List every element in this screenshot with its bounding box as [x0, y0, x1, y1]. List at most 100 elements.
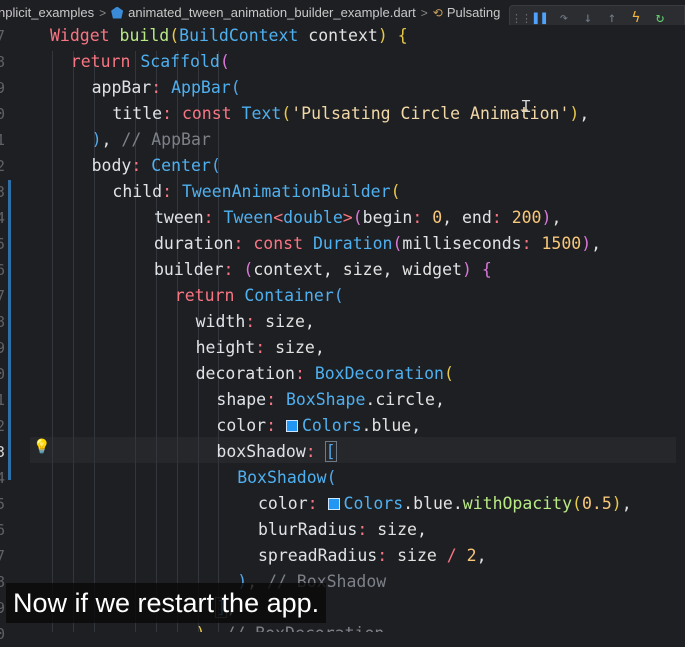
code-token: )	[569, 104, 580, 123]
line-number: 3	[0, 183, 6, 201]
code-line: return Container(	[175, 283, 344, 309]
code-token: width	[195, 312, 246, 331]
code-line: BoxShadow(	[237, 465, 336, 491]
code-token: )	[91, 130, 102, 149]
code-token: Colors	[301, 416, 362, 435]
code-line: body: Center(	[92, 153, 221, 179]
line-number: 7	[0, 27, 6, 45]
code-line: builder: (context, size, widget) {	[154, 257, 492, 283]
code-editor[interactable]: 💡 Ｉ Widget build(BuildContext context) {…	[30, 25, 685, 632]
widget-icon: ⟲	[432, 5, 443, 20]
color-swatch-icon[interactable]	[285, 420, 298, 432]
code-token: [	[324, 441, 337, 462]
code-token: ,	[621, 494, 632, 513]
line-number: 5	[0, 235, 6, 253]
line-number: 8	[0, 313, 6, 331]
code-token: :	[162, 104, 182, 123]
code-token: size	[397, 546, 447, 565]
code-token: :	[294, 364, 315, 383]
line-number: 7	[0, 287, 6, 305]
code-token: BoxDecoration	[314, 364, 444, 383]
code-token: :	[521, 234, 542, 253]
line-number: 9	[0, 79, 6, 97]
code-token: color	[258, 494, 308, 513]
code-line: ), // AppBar	[92, 127, 211, 153]
code-token: tween	[154, 208, 204, 227]
code-token: ,	[579, 104, 590, 123]
color-swatch-icon[interactable]	[327, 498, 340, 510]
code-token: size,	[265, 312, 315, 331]
code-line: child: TweenAnimationBuilder(	[112, 179, 400, 205]
code-token: :	[255, 338, 276, 357]
change-marker	[8, 180, 11, 480]
line-number: 5	[0, 495, 6, 513]
code-token: .blue,	[361, 416, 422, 435]
code-token: Duration	[312, 234, 393, 253]
code-token: )	[581, 234, 592, 253]
code-line: return Scaffold(	[71, 49, 230, 75]
line-number: 4	[0, 209, 6, 227]
code-token: Colors	[343, 494, 404, 513]
code-token: 0.5	[581, 494, 612, 513]
code-token: (	[281, 104, 292, 123]
line-number-gutter: 7 8 9 0 1 2 3 4 5 6 7 8 9 0 1 2 3 4 5 6 7 8 9 0	[0, 25, 30, 643]
code-token: decoration	[195, 364, 295, 383]
code-token: )	[377, 26, 388, 45]
code-token: size,	[275, 338, 325, 357]
code-token: const	[253, 234, 313, 253]
code-token: (	[230, 78, 241, 97]
code-token: {	[481, 260, 492, 279]
code-token: BoxShape	[285, 390, 366, 409]
line-number: 7	[0, 547, 6, 565]
breadcrumb-separator: >	[420, 5, 428, 20]
code-token: (	[392, 234, 403, 253]
code-token: 'Pulsating Circle Animation'	[291, 104, 570, 123]
code-token: BoxShadow	[237, 468, 327, 487]
code-line: color: Colors.blue,	[216, 413, 421, 439]
code-token: body	[91, 156, 132, 175]
code-token: >	[342, 208, 353, 227]
code-token: context	[298, 26, 378, 45]
code-token: milliseconds	[402, 234, 522, 253]
code-token: ,	[591, 234, 602, 253]
code-token: :	[245, 312, 266, 331]
breadcrumb-item[interactable]: ⟲ Pulsating	[433, 5, 501, 20]
code-token: AppBar	[171, 78, 231, 97]
code-token: ,	[206, 624, 226, 632]
code-token: TweenAnimationBuilder	[181, 182, 391, 201]
code-token: BuildContext	[179, 26, 299, 45]
line-number: 1	[0, 391, 6, 409]
code-token: double	[283, 208, 343, 227]
code-line: tween: Tween<double>(begin: 0, end: 200)…	[154, 205, 561, 231]
breadcrumb-item[interactable]: animated_tween_animation_builder_example…	[111, 5, 416, 20]
lightbulb-icon[interactable]: 💡	[33, 439, 50, 455]
breadcrumb-item[interactable]: nplicit_examples	[0, 5, 94, 20]
line-number: 8	[0, 53, 6, 71]
code-token: (	[572, 494, 582, 513]
line-number: 9	[0, 599, 6, 617]
code-token: 2	[466, 546, 477, 565]
breadcrumb-separator: >	[99, 5, 107, 20]
code-token: (	[210, 156, 221, 175]
code-token: )	[611, 494, 622, 513]
code-token: :	[162, 182, 182, 201]
code-token: (	[443, 364, 454, 383]
breadcrumb-label: nplicit_examples	[0, 5, 95, 20]
code-token: Tween	[223, 208, 274, 227]
code-token: )	[461, 260, 472, 279]
line-number: 3	[0, 443, 6, 461]
line-number: 2	[0, 157, 6, 175]
code-token: end	[462, 208, 492, 227]
code-token: blurRadius	[258, 520, 358, 539]
code-token: spreadRadius	[258, 546, 378, 565]
code-token: .blue.	[403, 494, 463, 513]
code-token: const	[181, 104, 242, 123]
breadcrumb-label: animated_tween_animation_builder_example…	[128, 5, 416, 20]
code-token: return	[174, 286, 245, 305]
code-token: Text	[241, 104, 282, 123]
code-token: size,	[377, 520, 427, 539]
code-token: (	[219, 52, 230, 71]
code-line: width: size,	[196, 309, 315, 335]
